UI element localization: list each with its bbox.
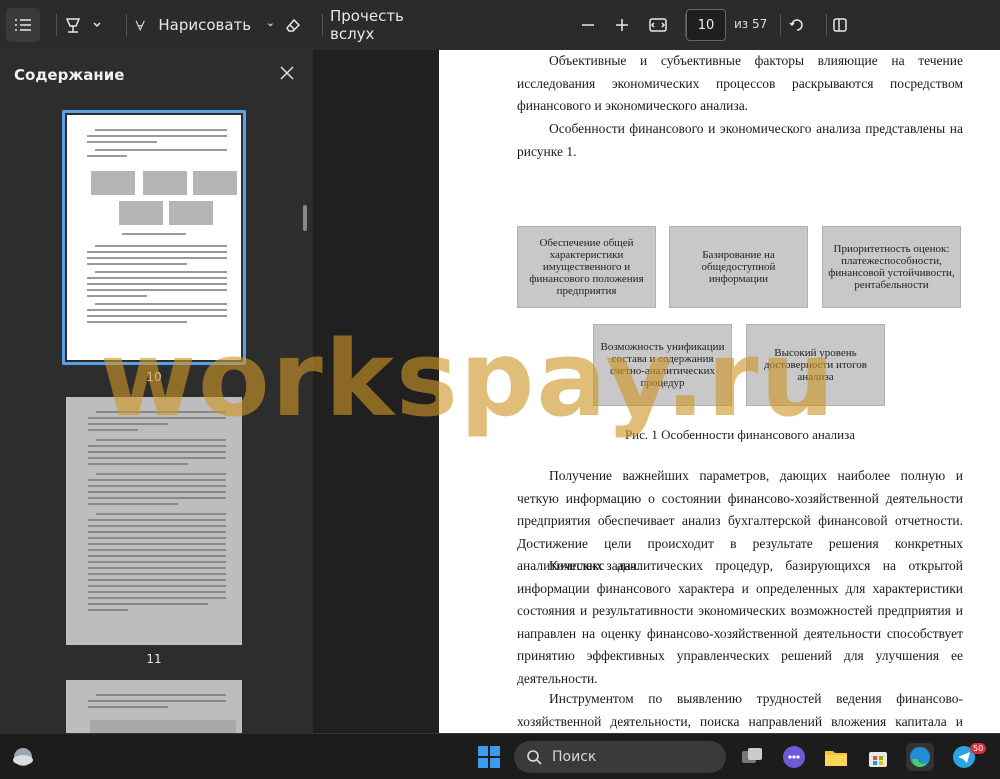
thumbnail-number: 11 [146, 652, 162, 666]
file-explorer-icon[interactable] [822, 743, 850, 771]
paragraph: Объективные и субъективные факторы влияю… [517, 53, 963, 113]
sidebar-title: Содержание [14, 66, 125, 84]
read-aloud-label: Прочесть вслух [330, 7, 404, 43]
read-aloud-button[interactable]: Прочесть вслух [330, 7, 430, 43]
notification-badge: 50 [970, 743, 987, 754]
taskbar-search[interactable]: Поиск [514, 741, 726, 773]
sidebar-scrollbar[interactable] [303, 205, 307, 231]
list-icon [15, 19, 31, 31]
eraser-icon [286, 18, 301, 32]
paragraph: Комплекс аналитических процедур, базирую… [517, 558, 963, 686]
chat-app-icon[interactable] [780, 743, 808, 771]
windows-icon [478, 746, 500, 768]
chevron-down-icon [268, 23, 273, 27]
close-sidebar-button[interactable] [276, 62, 298, 84]
figure-box: Обеспечение общей характеристики имущест… [517, 226, 656, 308]
highlighter-icon [65, 18, 81, 33]
toolbar-divider [56, 14, 57, 36]
paragraph: Особенности финансового и экономического… [517, 121, 963, 159]
draw-label: Нарисовать [158, 16, 252, 34]
contents-toggle-button[interactable] [6, 8, 40, 42]
plus-icon [616, 19, 628, 31]
toolbar-divider [780, 14, 781, 36]
toolbar-divider [322, 14, 323, 36]
fit-page-icon [649, 18, 667, 32]
start-button[interactable] [476, 744, 502, 770]
search-icon [527, 750, 542, 765]
figure-box: Приоритетность оценок: платежеспособност… [822, 226, 961, 308]
rotate-icon [789, 19, 803, 31]
paragraph: Инструментом по выявлению трудностей вед… [517, 691, 963, 729]
thumbnail-page-12[interactable] [66, 680, 242, 733]
zoom-out-button[interactable] [576, 8, 600, 42]
taskbar: Поиск 50 [0, 733, 1000, 779]
search-label: Поиск [552, 749, 597, 765]
toolbar-divider [126, 14, 127, 36]
highlight-button[interactable] [58, 8, 108, 42]
minus-icon [582, 24, 594, 26]
close-icon [280, 66, 294, 80]
fit-page-button[interactable] [644, 8, 672, 42]
zoom-in-button[interactable] [610, 8, 634, 42]
figure-box: Базирование на общедоступной информации [669, 226, 808, 308]
eraser-button[interactable] [278, 8, 308, 42]
pen-icon [135, 20, 145, 32]
task-view-icon[interactable] [738, 743, 766, 771]
page-number-input[interactable]: 10 [686, 9, 726, 41]
edge-browser-icon[interactable] [906, 743, 934, 771]
store-icon[interactable] [864, 743, 892, 771]
page-view-icon [833, 18, 847, 32]
toolbar: Нарисовать Прочесть вслух 10 из 57 [0, 0, 1000, 50]
chevron-down-icon [93, 22, 101, 28]
weather-icon[interactable] [10, 744, 36, 770]
draw-button[interactable]: Нарисовать [134, 8, 274, 42]
rotate-button[interactable] [784, 8, 810, 42]
watermark: workspay.ru [100, 318, 837, 440]
page-total-label: из 57 [734, 17, 768, 31]
page-view-button[interactable] [826, 8, 854, 42]
